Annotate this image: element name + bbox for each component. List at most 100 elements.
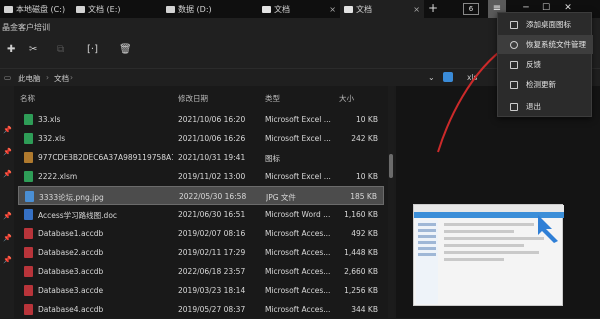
app-menu: 添加桌面图标 恢复系统文件管理 反馈 检测更新 退出 [497, 12, 593, 117]
breadcrumb-root[interactable]: 此电脑 [18, 73, 41, 84]
table-row[interactable]: Database2.accdb 2019/02/11 17:29 Microsoft… [18, 243, 384, 262]
add-tab-button[interactable]: + [428, 1, 438, 15]
file-size: 1,256 KB [344, 286, 378, 295]
copy-icon[interactable]: ⧉ [57, 44, 64, 55]
tab-docs-e[interactable]: 文档 (E:) [72, 0, 158, 18]
file-name: Database1.accdb [38, 229, 104, 238]
table-row[interactable]: Database3.accdb 2022/06/18 23:57 Microsoft… [18, 262, 384, 281]
pin-icon[interactable]: 📌 [3, 126, 12, 134]
tab-docs-active[interactable]: 文档 × [340, 0, 424, 18]
menu-label: 恢复系统文件管理 [526, 40, 586, 49]
file-name: Database3.accde [38, 286, 104, 295]
tab-label: 数据 (D:) [178, 4, 212, 14]
file-type: Microsoft Acces... [265, 286, 331, 295]
new-icon[interactable]: ✚ [7, 44, 15, 55]
tab-docs[interactable]: 文档 × [258, 0, 340, 18]
drive-icon [4, 5, 13, 13]
file-name: Database3.accdb [38, 267, 104, 276]
file-name: Database2.accdb [38, 248, 104, 257]
file-date: 2021/10/31 19:41 [178, 153, 246, 162]
file-name: Database4.accdb [38, 305, 104, 314]
file-size: 185 KB [350, 192, 377, 201]
file-type: Microsoft Excel ... [265, 115, 331, 124]
file-icon [24, 171, 33, 182]
menu-label: 添加桌面图标 [526, 20, 571, 29]
file-date: 2021/06/30 16:51 [178, 210, 246, 219]
column-header-date[interactable]: 修改日期 [178, 93, 208, 104]
tab-data-d[interactable]: 数据 (D:) [162, 0, 254, 18]
file-size: 242 KB [351, 134, 378, 143]
close-tab-icon[interactable]: × [329, 5, 336, 14]
table-row[interactable]: 332.xls 2021/10/06 16:26 Microsoft Excel .… [18, 129, 384, 148]
tab-count-badge[interactable]: 6 [463, 3, 479, 15]
tab-label: 本地磁盘 (C:) [16, 4, 66, 14]
menu-label: 退出 [526, 102, 541, 111]
file-icon [24, 304, 33, 315]
file-name: 3333论坛.png.jpg [39, 193, 104, 202]
table-row[interactable]: 977CDE3B2DEC6A37A989119758A1... 2021/10/3… [18, 148, 384, 167]
folder-icon [262, 5, 271, 13]
scrollbar[interactable] [388, 86, 394, 318]
table-row[interactable]: Access学习路线图.doc 2021/06/30 16:51 Microsoft… [18, 205, 384, 224]
tab-local-disk-c[interactable]: 本地磁盘 (C:) [0, 0, 72, 18]
file-type: Microsoft Excel ... [265, 134, 331, 143]
tab-label: 文档 [356, 4, 372, 14]
pin-icon[interactable]: 📌 [3, 170, 12, 178]
file-type: Microsoft Word ... [265, 210, 331, 219]
file-date: 2019/05/27 08:37 [178, 305, 246, 314]
menu-item-restore-file-manager[interactable]: 恢复系统文件管理 [498, 35, 593, 54]
search-input[interactable]: xls [467, 73, 477, 82]
table-row[interactable]: 33.xls 2021/10/06 16:20 Microsoft Excel ..… [18, 110, 384, 129]
file-date: 2021/10/06 16:26 [178, 134, 246, 143]
cut-icon[interactable]: ✂ [29, 44, 37, 55]
column-header-size[interactable]: 大小 [339, 93, 354, 104]
menu-label: 反馈 [526, 60, 541, 69]
file-size: 492 KB [351, 229, 378, 238]
chevron-down-icon[interactable]: ⌄ [428, 73, 435, 82]
file-size: 2,660 KB [344, 267, 378, 276]
file-size: 10 KB [356, 115, 378, 124]
file-size: 344 KB [351, 305, 378, 314]
menu-item-feedback[interactable]: 反馈 [498, 55, 593, 74]
menu-label: 检测更新 [526, 80, 556, 89]
file-date: 2019/02/11 17:29 [178, 248, 246, 257]
table-row[interactable]: 3333论坛.png.jpg 2022/05/30 16:58 JPG 文件 185 … [18, 186, 384, 205]
table-row[interactable]: Database1.accdb 2019/02/07 08:16 Microsoft… [18, 224, 384, 243]
file-icon [24, 133, 33, 144]
file-date: 2019/03/23 18:14 [178, 286, 246, 295]
pin-icon[interactable]: 📌 [3, 234, 12, 242]
menu-item-check-update[interactable]: 检测更新 [498, 75, 593, 94]
file-type: Microsoft Excel ... [265, 172, 331, 181]
file-type: Microsoft Acces... [265, 248, 331, 257]
search-scope-icon[interactable] [443, 72, 453, 82]
close-tab-icon[interactable]: × [413, 5, 420, 14]
menu-item-exit[interactable]: 退出 [498, 97, 593, 116]
menu-item-add-desktop-icon[interactable]: 添加桌面图标 [498, 15, 593, 34]
tab-label: 文档 [274, 4, 290, 14]
folder-icon [344, 5, 353, 13]
pin-icon[interactable]: 📌 [3, 212, 12, 220]
exit-icon [510, 102, 518, 111]
file-size: 10 KB [356, 172, 378, 181]
tab-label: 文档 (E:) [88, 4, 121, 14]
table-row[interactable]: 2222.xlsm 2019/11/02 13:00 Microsoft Excel… [18, 167, 384, 186]
rename-icon[interactable]: [·] [87, 44, 98, 55]
file-icon [24, 114, 33, 125]
table-row[interactable]: Database4.accdb 2019/05/27 08:37 Microsoft… [18, 300, 384, 319]
file-type: Microsoft Acces... [265, 305, 331, 314]
table-row[interactable]: Database3.accde 2019/03/23 18:14 Microsoft… [18, 281, 384, 300]
column-header-name[interactable]: 名称 [20, 93, 35, 104]
pc-icon[interactable]: ▭ [4, 73, 11, 82]
pin-icon[interactable]: 📌 [3, 256, 12, 264]
pin-icon[interactable]: 📌 [3, 148, 12, 156]
breadcrumb-folder[interactable]: 文档 [54, 73, 69, 84]
ribbon-title: 晶金客户培训 [2, 23, 50, 32]
file-icon [24, 152, 33, 163]
file-type: JPG 文件 [266, 193, 296, 202]
file-icon [24, 209, 33, 220]
delete-icon[interactable]: 🗑 [119, 44, 132, 55]
scrollbar-thumb[interactable] [389, 154, 393, 178]
nav-pane: 📌 📌 📌 📌 📌 📌 [0, 86, 14, 318]
column-header-type[interactable]: 类型 [265, 93, 280, 104]
restore-icon [510, 40, 518, 49]
